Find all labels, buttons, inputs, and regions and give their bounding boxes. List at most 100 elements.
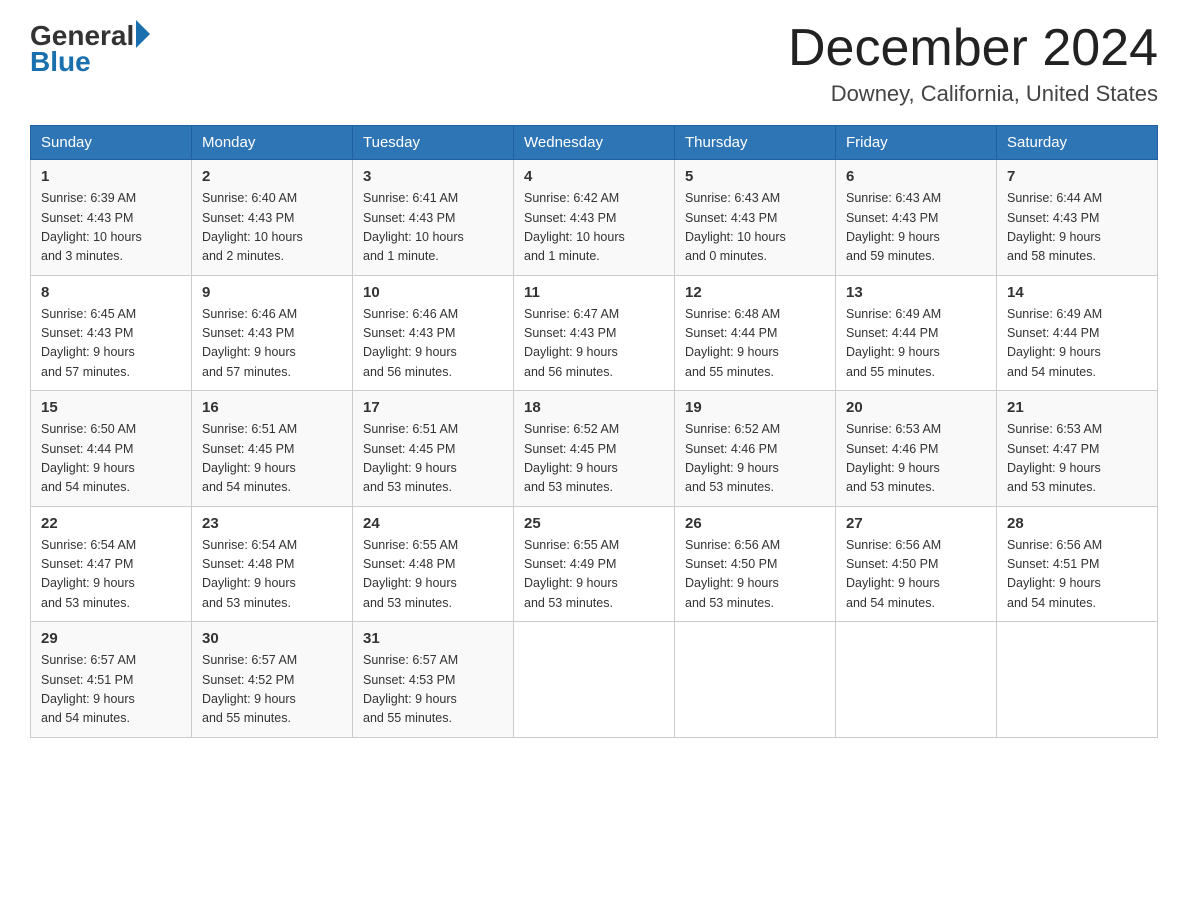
calendar-cell: 31 Sunrise: 6:57 AMSunset: 4:53 PMDayligh… (353, 622, 514, 738)
calendar-cell: 4 Sunrise: 6:42 AMSunset: 4:43 PMDaylight… (514, 160, 675, 276)
day-info: Sunrise: 6:41 AMSunset: 4:43 PMDaylight:… (363, 189, 503, 267)
weekday-header-wednesday: Wednesday (514, 126, 675, 160)
day-info: Sunrise: 6:57 AMSunset: 4:51 PMDaylight:… (41, 651, 181, 729)
calendar-week-row: 22 Sunrise: 6:54 AMSunset: 4:47 PMDayligh… (31, 506, 1158, 622)
day-info: Sunrise: 6:51 AMSunset: 4:45 PMDaylight:… (202, 420, 342, 498)
day-info: Sunrise: 6:50 AMSunset: 4:44 PMDaylight:… (41, 420, 181, 498)
day-info: Sunrise: 6:54 AMSunset: 4:47 PMDaylight:… (41, 536, 181, 614)
day-info: Sunrise: 6:53 AMSunset: 4:46 PMDaylight:… (846, 420, 986, 498)
day-info: Sunrise: 6:49 AMSunset: 4:44 PMDaylight:… (846, 305, 986, 383)
calendar-cell: 14 Sunrise: 6:49 AMSunset: 4:44 PMDayligh… (997, 275, 1158, 391)
calendar-cell: 5Sunrise: 6:43 AMSunset: 4:43 PMDaylight… (675, 160, 836, 276)
logo-triangle-icon (136, 20, 150, 48)
day-number: 11 (524, 284, 664, 301)
day-info: Sunrise: 6:56 AMSunset: 4:50 PMDaylight:… (846, 536, 986, 614)
weekday-header-saturday: Saturday (997, 126, 1158, 160)
calendar-cell: 23 Sunrise: 6:54 AMSunset: 4:48 PMDayligh… (192, 506, 353, 622)
day-info: Sunrise: 6:42 AMSunset: 4:43 PMDaylight:… (524, 189, 664, 267)
day-info: Sunrise: 6:45 AMSunset: 4:43 PMDaylight:… (41, 305, 181, 383)
day-number: 5 (685, 168, 825, 185)
day-info: Sunrise: 6:53 AMSunset: 4:47 PMDaylight:… (1007, 420, 1147, 498)
calendar-cell: 28 Sunrise: 6:56 AMSunset: 4:51 PMDayligh… (997, 506, 1158, 622)
calendar-cell: 15 Sunrise: 6:50 AMSunset: 4:44 PMDayligh… (31, 391, 192, 507)
day-number: 16 (202, 399, 342, 416)
weekday-header-row: SundayMondayTuesdayWednesdayThursdayFrid… (31, 126, 1158, 160)
day-info: Sunrise: 6:52 AMSunset: 4:45 PMDaylight:… (524, 420, 664, 498)
calendar-cell (514, 622, 675, 738)
day-number: 14 (1007, 284, 1147, 301)
calendar-week-row: 15 Sunrise: 6:50 AMSunset: 4:44 PMDayligh… (31, 391, 1158, 507)
weekday-header-monday: Monday (192, 126, 353, 160)
day-info: Sunrise: 6:40 AMSunset: 4:43 PMDaylight:… (202, 189, 342, 267)
calendar-cell: 19 Sunrise: 6:52 AMSunset: 4:46 PMDayligh… (675, 391, 836, 507)
day-number: 17 (363, 399, 503, 416)
calendar-week-row: 29 Sunrise: 6:57 AMSunset: 4:51 PMDayligh… (31, 622, 1158, 738)
calendar-table: SundayMondayTuesdayWednesdayThursdayFrid… (30, 125, 1158, 738)
calendar-cell: 22 Sunrise: 6:54 AMSunset: 4:47 PMDayligh… (31, 506, 192, 622)
day-number: 10 (363, 284, 503, 301)
calendar-cell: 11 Sunrise: 6:47 AMSunset: 4:43 PMDayligh… (514, 275, 675, 391)
day-info: Sunrise: 6:52 AMSunset: 4:46 PMDaylight:… (685, 420, 825, 498)
day-info: Sunrise: 6:43 AMSunset: 4:43 PMDaylight:… (846, 189, 986, 267)
day-number: 29 (41, 630, 181, 647)
day-info: Sunrise: 6:46 AMSunset: 4:43 PMDaylight:… (202, 305, 342, 383)
calendar-cell: 3Sunrise: 6:41 AMSunset: 4:43 PMDaylight… (353, 160, 514, 276)
weekday-header-friday: Friday (836, 126, 997, 160)
day-number: 25 (524, 515, 664, 532)
day-number: 13 (846, 284, 986, 301)
page-header: General Blue December 2024 Downey, Calif… (30, 20, 1158, 107)
calendar-cell: 17 Sunrise: 6:51 AMSunset: 4:45 PMDayligh… (353, 391, 514, 507)
day-info: Sunrise: 6:49 AMSunset: 4:44 PMDaylight:… (1007, 305, 1147, 383)
calendar-cell: 9Sunrise: 6:46 AMSunset: 4:43 PMDaylight… (192, 275, 353, 391)
day-number: 15 (41, 399, 181, 416)
day-info: Sunrise: 6:57 AMSunset: 4:52 PMDaylight:… (202, 651, 342, 729)
day-number: 26 (685, 515, 825, 532)
day-number: 1 (41, 168, 181, 185)
day-number: 22 (41, 515, 181, 532)
calendar-cell: 8 Sunrise: 6:45 AMSunset: 4:43 PMDaylight… (31, 275, 192, 391)
day-info: Sunrise: 6:48 AMSunset: 4:44 PMDaylight:… (685, 305, 825, 383)
day-info: Sunrise: 6:56 AMSunset: 4:50 PMDaylight:… (685, 536, 825, 614)
calendar-cell: 6 Sunrise: 6:43 AMSunset: 4:43 PMDaylight… (836, 160, 997, 276)
day-number: 24 (363, 515, 503, 532)
day-info: Sunrise: 6:51 AMSunset: 4:45 PMDaylight:… (363, 420, 503, 498)
day-number: 6 (846, 168, 986, 185)
calendar-cell: 26 Sunrise: 6:56 AMSunset: 4:50 PMDayligh… (675, 506, 836, 622)
day-number: 28 (1007, 515, 1147, 532)
day-info: Sunrise: 6:55 AMSunset: 4:49 PMDaylight:… (524, 536, 664, 614)
calendar-cell: 18 Sunrise: 6:52 AMSunset: 4:45 PMDayligh… (514, 391, 675, 507)
calendar-cell: 13 Sunrise: 6:49 AMSunset: 4:44 PMDayligh… (836, 275, 997, 391)
day-number: 4 (524, 168, 664, 185)
calendar-subtitle: Downey, California, United States (788, 81, 1158, 107)
calendar-cell: 10Sunrise: 6:46 AMSunset: 4:43 PMDayligh… (353, 275, 514, 391)
calendar-cell: 30 Sunrise: 6:57 AMSunset: 4:52 PMDayligh… (192, 622, 353, 738)
day-number: 23 (202, 515, 342, 532)
calendar-cell: 21Sunrise: 6:53 AMSunset: 4:47 PMDayligh… (997, 391, 1158, 507)
day-number: 27 (846, 515, 986, 532)
day-info: Sunrise: 6:54 AMSunset: 4:48 PMDaylight:… (202, 536, 342, 614)
calendar-cell: 24Sunrise: 6:55 AMSunset: 4:48 PMDayligh… (353, 506, 514, 622)
weekday-header-sunday: Sunday (31, 126, 192, 160)
day-info: Sunrise: 6:56 AMSunset: 4:51 PMDaylight:… (1007, 536, 1147, 614)
calendar-week-row: 8 Sunrise: 6:45 AMSunset: 4:43 PMDaylight… (31, 275, 1158, 391)
day-number: 18 (524, 399, 664, 416)
day-number: 8 (41, 284, 181, 301)
day-number: 20 (846, 399, 986, 416)
calendar-cell (675, 622, 836, 738)
calendar-cell: 2 Sunrise: 6:40 AMSunset: 4:43 PMDaylight… (192, 160, 353, 276)
day-number: 31 (363, 630, 503, 647)
day-number: 30 (202, 630, 342, 647)
day-number: 12 (685, 284, 825, 301)
calendar-cell: 7 Sunrise: 6:44 AMSunset: 4:43 PMDaylight… (997, 160, 1158, 276)
day-info: Sunrise: 6:44 AMSunset: 4:43 PMDaylight:… (1007, 189, 1147, 267)
weekday-header-tuesday: Tuesday (353, 126, 514, 160)
day-number: 2 (202, 168, 342, 185)
logo-blue: Blue (30, 46, 150, 78)
calendar-cell: 1Sunrise: 6:39 AMSunset: 4:43 PMDaylight… (31, 160, 192, 276)
day-info: Sunrise: 6:57 AMSunset: 4:53 PMDaylight:… (363, 651, 503, 729)
day-number: 19 (685, 399, 825, 416)
calendar-cell (836, 622, 997, 738)
day-number: 7 (1007, 168, 1147, 185)
logo: General Blue (30, 20, 150, 78)
day-info: Sunrise: 6:47 AMSunset: 4:43 PMDaylight:… (524, 305, 664, 383)
